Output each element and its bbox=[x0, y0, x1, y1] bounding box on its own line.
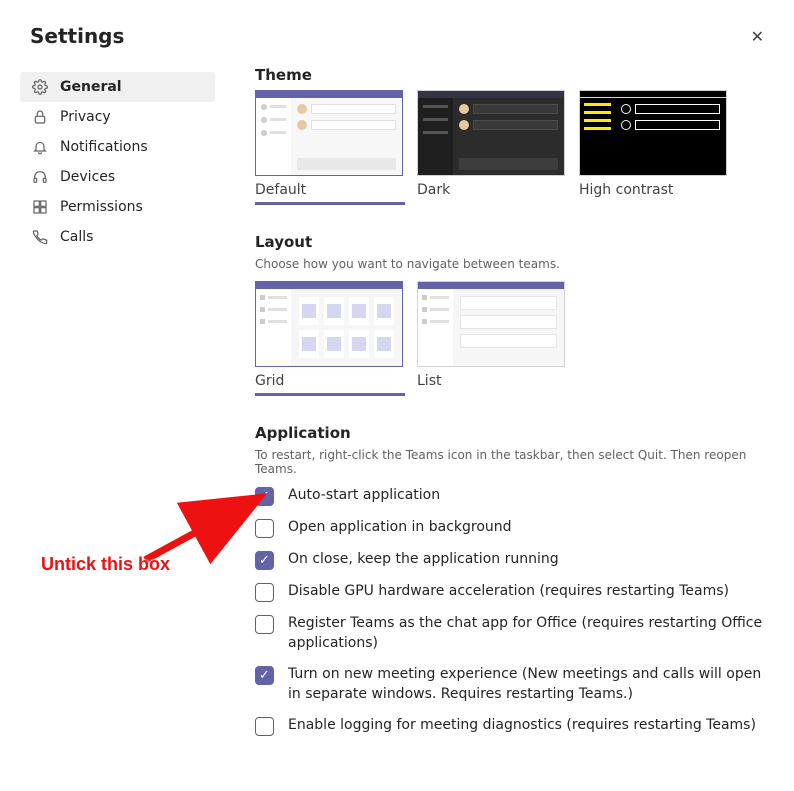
sidebar-item-label: Calls bbox=[60, 229, 93, 245]
checkbox-open-background[interactable] bbox=[255, 519, 274, 538]
theme-heading: Theme bbox=[255, 66, 774, 84]
check-label: On close, keep the application running bbox=[288, 550, 559, 570]
layout-label: Grid bbox=[255, 373, 405, 389]
check-label: Turn on new meeting experience (New meet… bbox=[288, 665, 774, 704]
check-icon: ✓ bbox=[259, 490, 270, 503]
check-row-new-meeting: ✓ Turn on new meeting experience (New me… bbox=[255, 665, 774, 704]
layout-desc: Choose how you want to navigate between … bbox=[255, 257, 774, 271]
theme-option-default[interactable]: Default bbox=[255, 90, 405, 205]
checkbox-disable-gpu[interactable] bbox=[255, 583, 274, 602]
check-label: Auto-start application bbox=[288, 486, 440, 506]
lock-icon bbox=[32, 109, 48, 125]
check-row-auto-start: ✓ Auto-start application bbox=[255, 486, 774, 506]
checkbox-auto-start[interactable]: ✓ bbox=[255, 487, 274, 506]
theme-label: High contrast bbox=[579, 182, 729, 198]
check-row-enable-logging: Enable logging for meeting diagnostics (… bbox=[255, 716, 774, 736]
layout-heading: Layout bbox=[255, 233, 774, 251]
sidebar-item-label: Devices bbox=[60, 169, 115, 185]
layout-label: List bbox=[417, 373, 567, 389]
sidebar-item-calls[interactable]: Calls bbox=[20, 222, 215, 252]
sidebar-item-devices[interactable]: Devices bbox=[20, 162, 215, 192]
check-row-on-close: ✓ On close, keep the application running bbox=[255, 550, 774, 570]
theme-label: Default bbox=[255, 182, 405, 198]
bell-icon bbox=[32, 139, 48, 155]
sidebar-item-label: General bbox=[60, 79, 122, 95]
header: Settings ✕ bbox=[0, 0, 794, 54]
theme-option-dark[interactable]: Dark bbox=[417, 90, 567, 205]
layout-option-list[interactable]: List bbox=[417, 281, 567, 396]
check-label: Register Teams as the chat app for Offic… bbox=[288, 614, 774, 653]
layout-option-grid[interactable]: Grid bbox=[255, 281, 405, 396]
check-row-disable-gpu: Disable GPU hardware acceleration (requi… bbox=[255, 582, 774, 602]
application-heading: Application bbox=[255, 424, 774, 442]
checkbox-new-meeting[interactable]: ✓ bbox=[255, 666, 274, 685]
check-row-register-chat: Register Teams as the chat app for Offic… bbox=[255, 614, 774, 653]
theme-section: Theme Default Dark bbox=[255, 66, 774, 205]
layout-thumbnail-grid bbox=[255, 281, 403, 367]
theme-label: Dark bbox=[417, 182, 567, 198]
check-icon: ✓ bbox=[259, 669, 270, 682]
check-row-open-background: Open application in background bbox=[255, 518, 774, 538]
sidebar-item-general[interactable]: General bbox=[20, 72, 215, 102]
sidebar-item-label: Privacy bbox=[60, 109, 111, 125]
apps-icon bbox=[32, 199, 48, 215]
check-label: Enable logging for meeting diagnostics (… bbox=[288, 716, 756, 736]
annotation-text: Untick this box bbox=[41, 554, 170, 575]
checkbox-on-close[interactable]: ✓ bbox=[255, 551, 274, 570]
phone-icon bbox=[32, 229, 48, 245]
sidebar: General Privacy Notifications Devices Pe bbox=[20, 62, 215, 764]
theme-thumbnail-high-contrast bbox=[579, 90, 727, 176]
sidebar-item-notifications[interactable]: Notifications bbox=[20, 132, 215, 162]
sidebar-item-permissions[interactable]: Permissions bbox=[20, 192, 215, 222]
application-desc: To restart, right-click the Teams icon i… bbox=[255, 448, 774, 476]
close-icon[interactable]: ✕ bbox=[751, 27, 764, 46]
layout-section: Layout Choose how you want to navigate b… bbox=[255, 233, 774, 396]
sidebar-item-privacy[interactable]: Privacy bbox=[20, 102, 215, 132]
sidebar-item-label: Notifications bbox=[60, 139, 148, 155]
check-label: Disable GPU hardware acceleration (requi… bbox=[288, 582, 729, 602]
checkbox-enable-logging[interactable] bbox=[255, 717, 274, 736]
application-section: Application To restart, right-click the … bbox=[255, 424, 774, 736]
check-icon: ✓ bbox=[259, 554, 270, 567]
page-title: Settings bbox=[30, 24, 124, 48]
content: Theme Default Dark bbox=[255, 62, 774, 764]
gear-icon bbox=[32, 79, 48, 95]
check-label: Open application in background bbox=[288, 518, 512, 538]
theme-thumbnail-default bbox=[255, 90, 403, 176]
theme-thumbnail-dark bbox=[417, 90, 565, 176]
checkbox-register-chat[interactable] bbox=[255, 615, 274, 634]
layout-thumbnail-list bbox=[417, 281, 565, 367]
theme-option-high-contrast[interactable]: High contrast bbox=[579, 90, 729, 205]
headset-icon bbox=[32, 169, 48, 185]
sidebar-item-label: Permissions bbox=[60, 199, 143, 215]
